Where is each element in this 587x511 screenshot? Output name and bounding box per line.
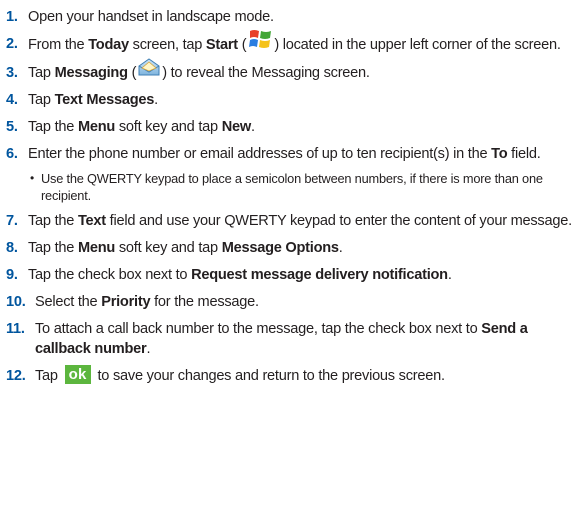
step-text: to save your changes and return to the p… <box>93 368 446 385</box>
messaging-envelope-icon <box>137 57 161 83</box>
windows-start-icon <box>247 28 273 56</box>
text-field-label: Text <box>77 213 106 230</box>
step-text: . <box>338 240 343 257</box>
step-text: for the message. <box>150 294 259 311</box>
step-10: 10. Select the Priority for the message. <box>6 292 581 312</box>
step-text: field. <box>507 146 541 163</box>
text-messages-label: Text Messages <box>54 92 155 109</box>
step-6-sublist: • Use the QWERTY keypad to place a semic… <box>28 170 581 204</box>
step-text: soft key and tap <box>115 119 222 136</box>
step-text: . <box>146 341 151 358</box>
priority-label: Priority <box>101 294 151 311</box>
step-12: 12. Tap ok to save your changes and retu… <box>6 365 581 386</box>
step-1: 1. Open your handset in landscape mode. <box>6 7 581 27</box>
step-text: field and use your QWERTY keypad to ente… <box>105 213 572 230</box>
step-text: ) located in the upper left corner of th… <box>274 36 561 53</box>
start-label: Start <box>205 36 238 53</box>
step-text: Tap the <box>28 240 78 257</box>
step-text: Tap <box>28 92 55 109</box>
instruction-page: 1. Open your handset in landscape mode. … <box>0 0 587 511</box>
step-11: 11. To attach a call back number to the … <box>6 319 581 359</box>
step-number: 10. <box>6 294 26 311</box>
step-text: To attach a call back number to the mess… <box>35 321 482 338</box>
step-text: soft key and tap <box>115 240 222 257</box>
step-number: 9. <box>6 267 18 284</box>
step-text: . <box>250 119 255 136</box>
step-8: 8. Tap the Menu soft key and tap Message… <box>6 238 581 258</box>
step-text: screen, tap <box>128 36 206 53</box>
step-number: 12. <box>6 368 26 385</box>
new-label: New <box>221 119 252 136</box>
ok-button: ok <box>64 365 91 385</box>
bullet-item: • Use the QWERTY keypad to place a semic… <box>28 170 581 204</box>
step-number: 1. <box>6 9 18 25</box>
step-9: 9. Tap the check box next to Request mes… <box>6 265 581 285</box>
message-options-label: Message Options <box>221 240 339 257</box>
step-6: 6. Enter the phone number or email addre… <box>6 144 581 204</box>
step-text: Tap <box>28 65 55 81</box>
step-3: 3. Tap Messaging ( ) to reveal the Messa… <box>6 58 581 83</box>
messaging-label: Messaging <box>54 65 128 81</box>
steps-list: 1. Open your handset in landscape mode. … <box>6 7 581 393</box>
step-text: Enter the phone number or email addresse… <box>28 146 492 163</box>
step-7: 7. Tap the Text field and use your QWERT… <box>6 211 581 231</box>
step-text: Tap the <box>28 119 78 136</box>
step-number: 8. <box>6 240 18 257</box>
step-number: 2. <box>6 36 18 52</box>
step-5: 5. Tap the Menu soft key and tap New. <box>6 117 581 137</box>
step-number: 5. <box>6 119 18 136</box>
step-text: Open your handset in landscape mode. <box>28 9 274 25</box>
step-text: ( <box>237 36 247 53</box>
step-2: 2. From the Today screen, tap Start ( ) … <box>6 30 581 56</box>
step-number: 7. <box>6 213 18 230</box>
step-4: 4. Tap Text Messages. <box>6 90 581 110</box>
step-text: Tap the check box next to <box>28 267 192 284</box>
step-text: Select the <box>35 294 102 311</box>
delivery-notification-label: Request message delivery notification <box>191 267 448 284</box>
step-number: 6. <box>6 146 18 163</box>
step-text: . <box>154 92 158 109</box>
today-screen-label: Today <box>88 36 129 53</box>
step-text: From the <box>28 36 89 53</box>
step-text: Tap <box>35 368 62 385</box>
step-text: ) to reveal the Messaging screen. <box>162 65 370 81</box>
bullet-icon: • <box>30 171 35 186</box>
step-number: 11. <box>6 321 25 338</box>
step-text: ( <box>127 65 137 81</box>
menu-label: Menu <box>77 240 116 257</box>
step-text: Tap the <box>28 213 78 230</box>
step-number: 3. <box>6 65 18 81</box>
step-number: 4. <box>6 92 18 109</box>
step-text: . <box>447 267 452 284</box>
bullet-text: Use the QWERTY keypad to place a semicol… <box>41 171 543 204</box>
menu-label: Menu <box>77 119 116 136</box>
to-field-label: To <box>491 146 508 163</box>
